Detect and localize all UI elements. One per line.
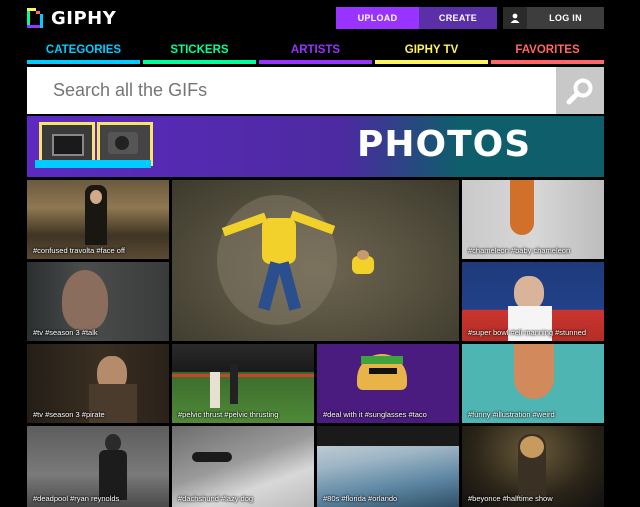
gif-tile-taco[interactable]: #deal with it #sunglasses #taco (317, 344, 459, 423)
tile-tags: #beyonce #halftime show (468, 494, 553, 503)
nav-underline (491, 60, 604, 64)
gif-tile-pelvic-thrust[interactable]: #pelvic thrust #pelvic thrusting (172, 344, 314, 423)
tile-face (520, 436, 544, 458)
tile-tags: #tv #season 3 #talk (33, 328, 98, 337)
tile-tags: #dachshund #lazy dog (178, 494, 254, 503)
gif-tile-travolta[interactable]: #confused travolta #face off (27, 180, 169, 259)
tile-face (514, 276, 544, 310)
tile-player-2 (230, 364, 238, 404)
tile-tags: #deal with it #sunglasses #taco (323, 410, 427, 419)
tile-tags: #chameleon #baby chameleon (468, 246, 571, 255)
login-button[interactable]: LOG IN (527, 7, 604, 29)
nav-underline (375, 60, 488, 64)
tile-frame (317, 426, 459, 446)
tile-tags: #deadpool #ryan reynolds (33, 494, 120, 503)
tile-face (62, 270, 108, 330)
nav-underline (259, 60, 372, 64)
tile-taco-lettuce (361, 356, 403, 364)
tile-player (210, 372, 220, 408)
tile-face (90, 190, 102, 204)
camera-base-left (35, 160, 93, 168)
nav-underline (27, 60, 140, 64)
tile-dog (192, 452, 232, 462)
nav-label: FAVORITES (515, 44, 580, 56)
gif-tile-beyonce[interactable]: #beyonce #halftime show (462, 426, 604, 507)
gif-tile-illustration[interactable]: #funny #illustration #weird (462, 344, 604, 423)
tile-figure (99, 450, 127, 500)
search-icon (566, 78, 593, 104)
nav-label: CATEGORIES (45, 44, 122, 56)
search-input[interactable] (27, 67, 556, 114)
giphy-logo-icon (27, 8, 43, 28)
photos-banner: PHOTOS (27, 116, 604, 177)
giphy-logo[interactable]: GIPHY (27, 7, 116, 29)
gif-tile-deadpool[interactable]: #deadpool #ryan reynolds (27, 426, 169, 507)
create-label: CREATE (438, 13, 478, 23)
tile-small-head (357, 250, 369, 260)
search-bar (27, 67, 556, 114)
gif-tile-snow-angel[interactable] (172, 180, 459, 341)
tile-tags: #80s #florida #orlando (323, 494, 398, 503)
banner-title: PHOTOS (357, 124, 532, 165)
gif-tile-80s-florida[interactable]: #80s #florida #orlando (317, 426, 459, 507)
user-icon-button[interactable] (503, 7, 527, 29)
tile-sunglasses (369, 368, 397, 374)
nav-label: GIPHY TV (404, 44, 459, 56)
category-nav: CATEGORIES STICKERS ARTISTS GIPHY TV FAV… (27, 44, 604, 64)
gif-tile-dachshund[interactable]: #dachshund #lazy dog (172, 426, 314, 507)
search-button[interactable] (556, 67, 604, 114)
tile-carrot (510, 180, 534, 235)
login-label: LOG IN (549, 13, 582, 23)
nav-label: STICKERS (170, 44, 229, 56)
user-icon (510, 13, 520, 23)
logo-text: GIPHY (51, 7, 117, 29)
tile-tags: #funny #illustration #weird (468, 410, 555, 419)
nav-underline (143, 60, 256, 64)
nav-giphy-tv[interactable]: GIPHY TV (375, 44, 488, 64)
gif-tile-eli-manning[interactable]: #super bowl #eli manning #stunned (462, 262, 604, 341)
gif-tile-talk[interactable]: #tv #season 3 #talk (27, 262, 169, 341)
nav-favorites[interactable]: FAVORITES (491, 44, 604, 64)
tile-tags: #confused travolta #face off (33, 246, 126, 255)
gif-tile-chameleon[interactable]: #chameleon #baby chameleon (462, 180, 604, 259)
upload-button[interactable]: UPLOAD (336, 7, 419, 29)
nav-stickers[interactable]: STICKERS (143, 44, 256, 64)
tile-tags: #tv #season 3 #pirate (33, 410, 105, 419)
tile-tags: #pelvic thrust #pelvic thrusting (178, 410, 279, 419)
camera-base-right (93, 160, 151, 168)
tile-tags: #super bowl #eli manning #stunned (468, 328, 586, 337)
nav-artists[interactable]: ARTISTS (259, 44, 372, 64)
upload-label: UPLOAD (357, 13, 398, 23)
nav-label: ARTISTS (290, 44, 341, 56)
create-button[interactable]: CREATE (419, 7, 497, 29)
tile-yellow-jacket (262, 218, 296, 264)
tile-field-line (172, 374, 314, 377)
gif-tile-pirate[interactable]: #tv #season 3 #pirate (27, 344, 169, 423)
nav-categories[interactable]: CATEGORIES (27, 44, 140, 64)
tile-drawing (514, 344, 554, 399)
